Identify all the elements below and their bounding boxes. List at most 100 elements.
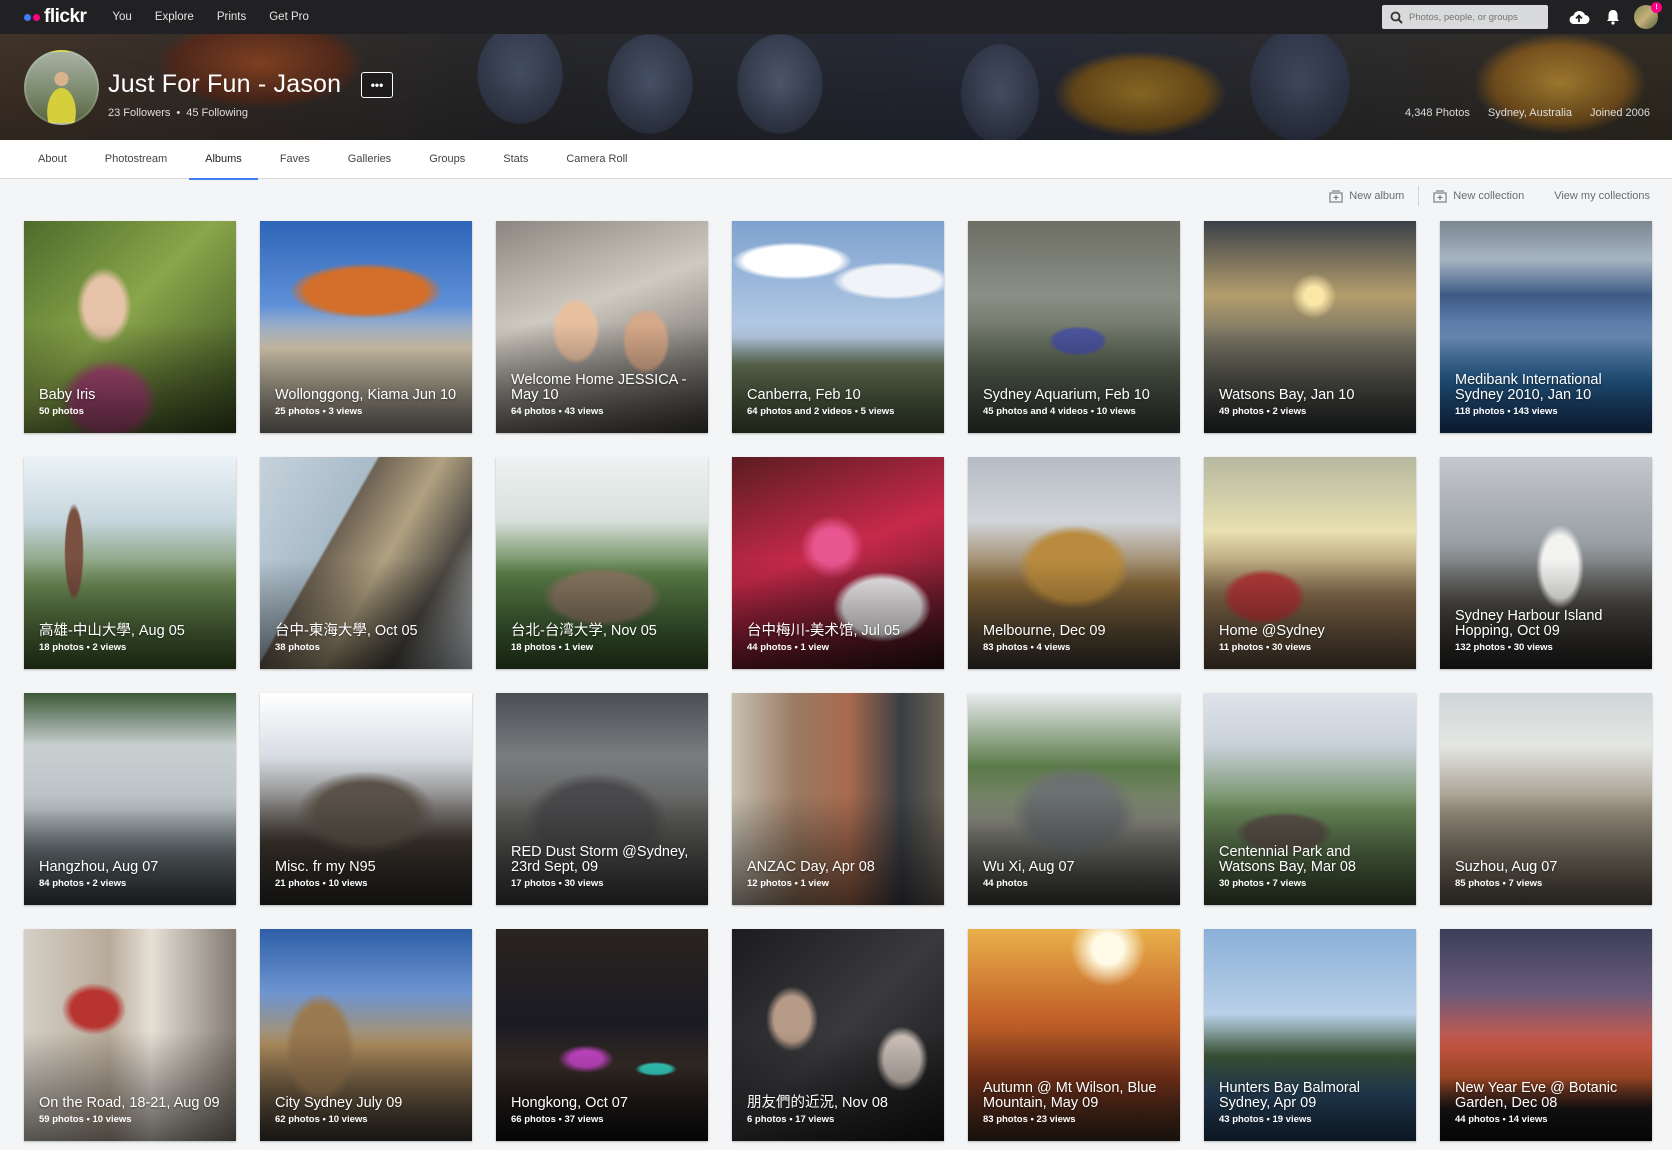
album-count: 83 photos • 4 views bbox=[983, 642, 1071, 653]
album-card[interactable]: ANZAC Day, Apr 08 12 photos • 1 view bbox=[732, 693, 944, 905]
album-card[interactable]: 台中-東海大學, Oct 05 38 photos bbox=[260, 457, 472, 669]
followers-link[interactable]: 23 Followers bbox=[108, 107, 170, 119]
album-card[interactable]: Autumn @ Mt Wilson, Blue Mountain, May 0… bbox=[968, 929, 1180, 1141]
album-title: Watsons Bay, Jan 10 bbox=[1219, 387, 1355, 403]
notifications-button[interactable] bbox=[1596, 0, 1630, 34]
album-count: 6 photos • 17 views bbox=[747, 1114, 835, 1125]
album-meta: 朋友們的近況, Nov 08 6 photos • 17 views bbox=[747, 1096, 934, 1126]
tab-about[interactable]: About bbox=[22, 140, 83, 179]
search-box[interactable] bbox=[1382, 5, 1548, 29]
album-title: ANZAC Day, Apr 08 bbox=[747, 859, 875, 875]
album-card[interactable]: Hangzhou, Aug 07 84 photos • 2 views bbox=[24, 693, 236, 905]
album-card[interactable]: Medibank International Sydney 2010, Jan … bbox=[1440, 221, 1652, 433]
album-meta: ANZAC Day, Apr 08 12 photos • 1 view bbox=[747, 859, 934, 890]
tab-camera-roll[interactable]: Camera Roll bbox=[550, 140, 643, 179]
album-card[interactable]: Hongkong, Oct 07 66 photos • 37 views bbox=[496, 929, 708, 1141]
upload-button[interactable] bbox=[1562, 0, 1596, 34]
album-count: 11 photos • 30 views bbox=[1219, 642, 1312, 653]
album-count: 18 photos • 2 views bbox=[39, 642, 127, 653]
flickr-logo[interactable]: flickr bbox=[24, 6, 87, 28]
album-title: RED Dust Storm @Sydney, 23rd Sept, 09 bbox=[511, 844, 689, 875]
album-title: Welcome Home JESSICA - May 10 bbox=[511, 372, 687, 403]
album-meta: Centennial Park and Watsons Bay, Mar 08 3… bbox=[1219, 844, 1406, 890]
album-card[interactable]: Wu Xi, Aug 07 44 photos bbox=[968, 693, 1180, 905]
album-card[interactable]: 台中梅川-美术馆, Jul 05 44 photos • 1 view bbox=[732, 457, 944, 669]
tab-galleries[interactable]: Galleries bbox=[332, 140, 407, 179]
album-card[interactable]: Suzhou, Aug 07 85 photos • 7 views bbox=[1440, 693, 1652, 905]
album-card[interactable]: Hunters Bay Balmoral Sydney, Apr 09 43 ph… bbox=[1204, 929, 1416, 1141]
album-card[interactable]: City Sydney July 09 62 photos • 10 views bbox=[260, 929, 472, 1141]
more-options-button[interactable]: ••• bbox=[361, 72, 393, 98]
tab-albums[interactable]: Albums bbox=[189, 140, 258, 180]
album-meta: 高雄-中山大學, Aug 05 18 photos • 2 views bbox=[39, 624, 226, 654]
view-collections-link[interactable]: View my collections bbox=[1554, 190, 1650, 202]
album-meta: Autumn @ Mt Wilson, Blue Mountain, May 0… bbox=[983, 1081, 1170, 1126]
album-card[interactable]: 台北-台湾大学, Nov 05 18 photos • 1 view bbox=[496, 457, 708, 669]
album-count: 43 photos • 19 views bbox=[1219, 1114, 1312, 1125]
album-title: Hunters Bay Balmoral Sydney, Apr 09 bbox=[1219, 1080, 1361, 1111]
album-card[interactable]: Baby Iris 50 photos bbox=[24, 221, 236, 433]
album-count: 132 photos • 30 views bbox=[1455, 642, 1553, 653]
album-title: Wollonggong, Kiama Jun 10 bbox=[275, 387, 457, 403]
new-collection-button[interactable]: New collection bbox=[1433, 189, 1524, 203]
album-count: 25 photos • 3 views bbox=[275, 406, 363, 417]
nav-get-pro[interactable]: Get Pro bbox=[269, 11, 309, 23]
album-card[interactable]: RED Dust Storm @Sydney, 23rd Sept, 09 17 … bbox=[496, 693, 708, 905]
album-grid: Baby Iris 50 photos Wollonggong, Kiama Ju… bbox=[24, 221, 1652, 1141]
album-meta: Sydney Harbour Island Hopping, Oct 09 132… bbox=[1455, 608, 1642, 654]
bell-icon bbox=[1607, 10, 1619, 25]
album-title: 台中梅川-美术馆, Jul 05 bbox=[747, 623, 901, 639]
album-title: Sydney Harbour Island Hopping, Oct 09 bbox=[1455, 608, 1603, 639]
album-meta: 台中-東海大學, Oct 05 38 photos bbox=[275, 624, 462, 654]
album-card[interactable]: Centennial Park and Watsons Bay, Mar 08 3… bbox=[1204, 693, 1416, 905]
album-title: Home @Sydney bbox=[1219, 623, 1325, 639]
album-card[interactable]: New Year Eve @ Botanic Garden, Dec 08 44 … bbox=[1440, 929, 1652, 1141]
album-card[interactable]: Canberra, Feb 10 64 photos and 2 videos •… bbox=[732, 221, 944, 433]
album-card[interactable]: Home @Sydney 11 photos • 30 views bbox=[1204, 457, 1416, 669]
album-count: 12 photos • 1 view bbox=[747, 878, 829, 889]
album-title: Medibank International Sydney 2010, Jan … bbox=[1455, 372, 1602, 403]
album-card[interactable]: Melbourne, Dec 09 83 photos • 4 views bbox=[968, 457, 1180, 669]
tab-faves[interactable]: Faves bbox=[264, 140, 326, 179]
album-card[interactable]: Sydney Aquarium, Feb 10 45 photos and 4 v… bbox=[968, 221, 1180, 433]
logo-blue-dot bbox=[24, 13, 31, 21]
joined-date: Joined 2006 bbox=[1590, 107, 1650, 119]
album-meta: Home @Sydney 11 photos • 30 views bbox=[1219, 623, 1406, 654]
album-card[interactable]: Sydney Harbour Island Hopping, Oct 09 132… bbox=[1440, 457, 1652, 669]
album-title: Suzhou, Aug 07 bbox=[1455, 859, 1558, 875]
album-title: City Sydney July 09 bbox=[275, 1095, 403, 1111]
album-count: 21 photos • 10 views bbox=[275, 878, 368, 889]
profile-name: Just For Fun - Jason bbox=[108, 70, 342, 98]
album-card[interactable]: Watsons Bay, Jan 10 49 photos • 2 views bbox=[1204, 221, 1416, 433]
album-meta: Hangzhou, Aug 07 84 photos • 2 views bbox=[39, 860, 226, 890]
album-card[interactable]: 朋友們的近況, Nov 08 6 photos • 17 views bbox=[732, 929, 944, 1141]
album-card[interactable]: On the Road, 18-21, Aug 09 59 photos • 10… bbox=[24, 929, 236, 1141]
nav-prints[interactable]: Prints bbox=[217, 11, 246, 23]
account-avatar[interactable]: ! bbox=[1634, 2, 1662, 29]
album-title: Baby Iris bbox=[39, 387, 96, 403]
album-count: 85 photos • 7 views bbox=[1455, 878, 1543, 889]
album-card[interactable]: Wollonggong, Kiama Jun 10 25 photos • 3 v… bbox=[260, 221, 472, 433]
nav-you[interactable]: You bbox=[112, 11, 131, 23]
album-title: Centennial Park and Watsons Bay, Mar 08 bbox=[1219, 844, 1356, 875]
tab-stats[interactable]: Stats bbox=[487, 140, 544, 179]
album-card[interactable]: Misc. fr my N95 21 photos • 10 views bbox=[260, 693, 472, 905]
tab-groups[interactable]: Groups bbox=[413, 140, 481, 179]
album-count: 45 photos and 4 videos • 10 views bbox=[983, 406, 1136, 417]
following-link[interactable]: 45 Following bbox=[186, 107, 248, 119]
album-count: 38 photos bbox=[275, 642, 320, 653]
album-count: 59 photos • 10 views bbox=[39, 1114, 132, 1125]
album-count: 64 photos • 43 views bbox=[511, 406, 604, 417]
location: Sydney, Australia bbox=[1487, 107, 1573, 119]
album-count: 62 photos • 10 views bbox=[275, 1114, 368, 1125]
tab-photostream[interactable]: Photostream bbox=[89, 140, 183, 179]
album-card[interactable]: 高雄-中山大學, Aug 05 18 photos • 2 views bbox=[24, 457, 236, 669]
nav-explore[interactable]: Explore bbox=[155, 11, 194, 23]
album-title: 台北-台湾大学, Nov 05 bbox=[511, 623, 657, 639]
new-album-button[interactable]: New album bbox=[1329, 189, 1404, 203]
search-input[interactable] bbox=[1409, 11, 1539, 23]
album-title: Sydney Aquarium, Feb 10 bbox=[983, 387, 1150, 403]
album-card[interactable]: Welcome Home JESSICA - May 10 64 photos •… bbox=[496, 221, 708, 433]
album-count: 66 photos • 37 views bbox=[511, 1114, 604, 1125]
follow-stats: 23 Followers • 45 Following bbox=[108, 107, 248, 119]
